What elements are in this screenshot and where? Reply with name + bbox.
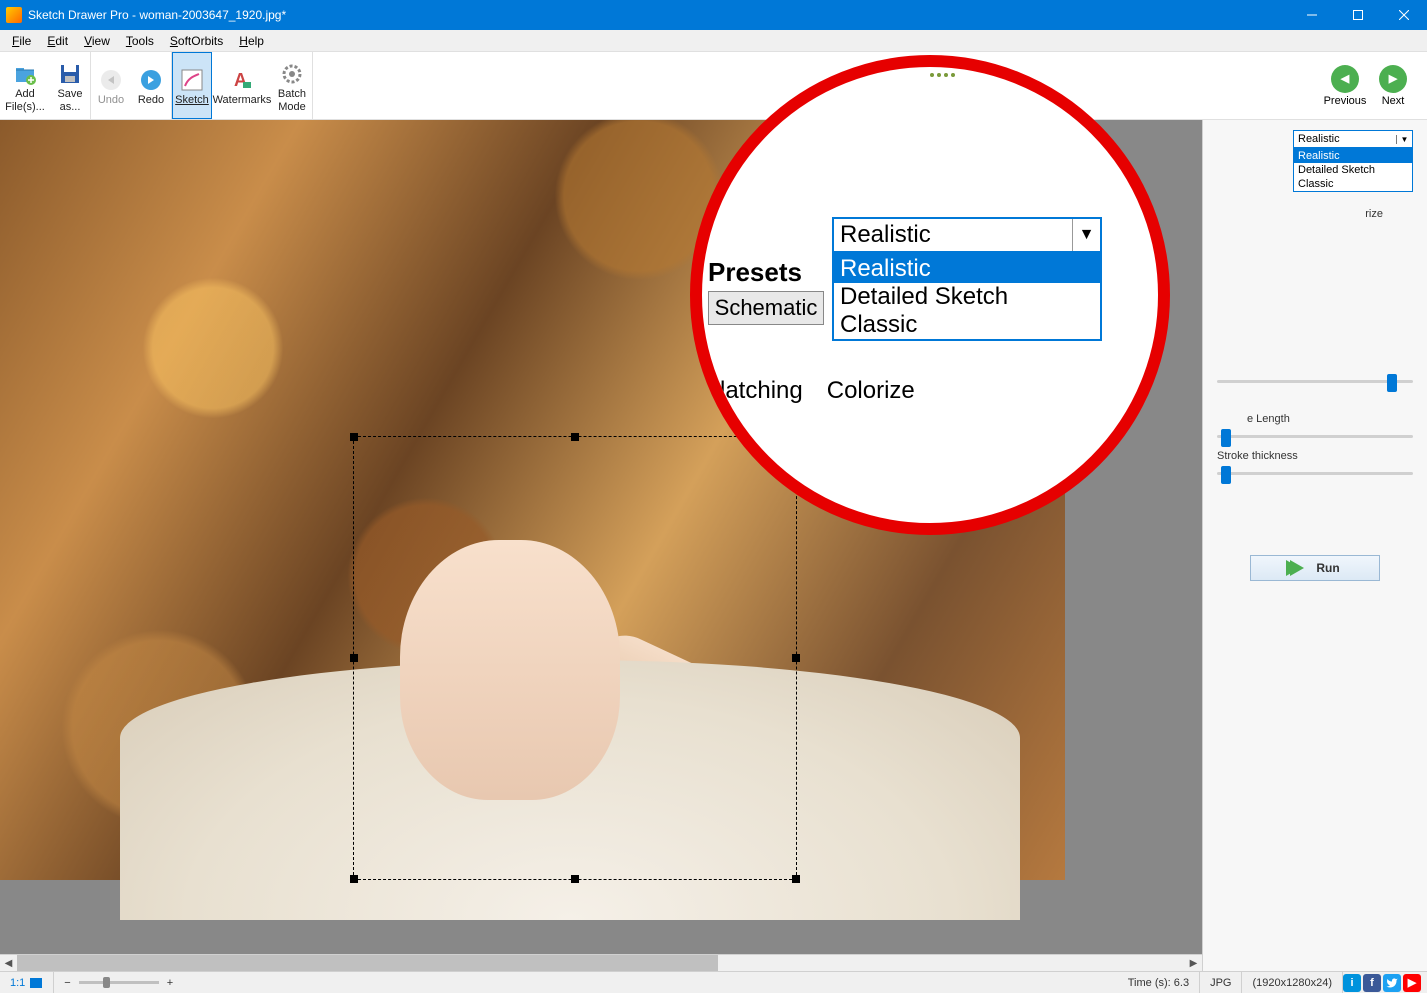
mag-presets-label: Presets xyxy=(708,257,802,288)
statusbar: 1:1 − + Time (s): 6.3 JPG (1920x1280x24)… xyxy=(0,971,1427,993)
colorize-label-partial: rize xyxy=(1217,208,1413,220)
watermarks-button[interactable]: A Watermarks xyxy=(212,52,272,119)
stroke-length-label-partial: e Length xyxy=(1217,413,1413,425)
next-button[interactable]: ▶ Next xyxy=(1369,65,1417,107)
selection-handle-se[interactable] xyxy=(792,875,800,883)
sketch-button[interactable]: Sketch xyxy=(172,52,212,119)
mag-option-realistic[interactable]: Realistic xyxy=(834,255,1100,283)
add-files-label: AddFile(s)... xyxy=(5,88,45,112)
menu-tools[interactable]: Tools xyxy=(118,32,162,50)
mag-tab-hatching-partial[interactable]: latching xyxy=(720,377,803,405)
watermarks-icon: A xyxy=(230,68,254,92)
mag-tab-colorize[interactable]: Colorize xyxy=(827,377,915,405)
sketch-label: Sketch xyxy=(175,94,209,106)
zoom-out-icon[interactable]: − xyxy=(64,977,70,989)
mag-style-selected: Realistic xyxy=(834,219,1072,251)
minimize-button[interactable] xyxy=(1289,0,1335,30)
next-label: Next xyxy=(1382,95,1405,107)
run-button[interactable]: Run xyxy=(1250,555,1380,581)
facebook-icon[interactable]: f xyxy=(1363,974,1381,992)
mag-schematic-button[interactable]: Schematic xyxy=(708,291,824,325)
youtube-icon[interactable]: ▶ xyxy=(1403,974,1421,992)
style-option-detailed[interactable]: Detailed Sketch xyxy=(1294,163,1412,177)
play-icon xyxy=(1290,560,1304,576)
mag-option-classic[interactable]: Classic xyxy=(834,311,1100,339)
selection-handle-sw[interactable] xyxy=(350,875,358,883)
titlebar: Sketch Drawer Pro - woman-2003647_1920.j… xyxy=(0,0,1427,30)
zoom-slider[interactable]: − + xyxy=(54,972,183,993)
magnifier-annotation: Realistic ▼ Realistic Detailed Sketch Cl… xyxy=(690,55,1170,535)
app-icon xyxy=(6,7,22,23)
previous-button[interactable]: ◀ Previous xyxy=(1321,65,1369,107)
folder-plus-icon xyxy=(13,62,37,86)
social-links: i f ▶ xyxy=(1343,974,1427,992)
zoom-in-icon[interactable]: + xyxy=(167,977,173,989)
undo-label: Undo xyxy=(98,94,124,106)
scroll-left-icon[interactable]: ◀ xyxy=(0,955,17,971)
selection-handle-s[interactable] xyxy=(571,875,579,883)
undo-button[interactable]: Undo xyxy=(91,52,131,119)
window-title: Sketch Drawer Pro - woman-2003647_1920.j… xyxy=(28,8,286,22)
scroll-thumb[interactable] xyxy=(17,955,718,971)
arrow-left-icon: ◀ xyxy=(1331,65,1359,93)
style-dropdown-list: Realistic Detailed Sketch Classic xyxy=(1293,148,1413,192)
style-option-realistic[interactable]: Realistic xyxy=(1294,149,1412,163)
scroll-right-icon[interactable]: ▶ xyxy=(1185,955,1202,971)
selection-handle-nw[interactable] xyxy=(350,433,358,441)
close-button[interactable] xyxy=(1381,0,1427,30)
batch-mode-button[interactable]: BatchMode xyxy=(272,52,312,119)
fit-screen-icon xyxy=(29,977,43,989)
toolbar: AddFile(s)... Saveas... Undo Redo Sketch… xyxy=(0,52,1427,120)
arrow-right-icon: ▶ xyxy=(1379,65,1407,93)
status-dimensions: (1920x1280x24) xyxy=(1242,972,1343,993)
mag-style-list: Realistic Detailed Sketch Classic xyxy=(832,253,1102,341)
maximize-button[interactable] xyxy=(1335,0,1381,30)
batch-mode-label: BatchMode xyxy=(278,88,306,112)
horizontal-scrollbar[interactable]: ◀ ▶ xyxy=(0,954,1202,971)
stroke-thickness-slider[interactable] xyxy=(1217,472,1413,475)
selection-handle-e[interactable] xyxy=(792,654,800,662)
selection-box[interactable] xyxy=(353,436,797,880)
style-selected: Realistic xyxy=(1294,133,1396,145)
redo-label: Redo xyxy=(138,94,164,106)
menubar: File Edit View Tools SoftOrbits Help xyxy=(0,30,1427,52)
menu-softorbits[interactable]: SoftOrbits xyxy=(162,32,231,50)
info-icon[interactable]: i xyxy=(1343,974,1361,992)
save-icon xyxy=(58,62,82,86)
twitter-icon[interactable] xyxy=(1383,974,1401,992)
menu-file[interactable]: File xyxy=(4,32,39,50)
gear-icon xyxy=(280,62,304,86)
menu-edit[interactable]: Edit xyxy=(39,32,76,50)
slider-1[interactable] xyxy=(1217,380,1413,383)
previous-label: Previous xyxy=(1324,95,1367,107)
save-as-label: Saveas... xyxy=(57,88,82,112)
stroke-thickness-label: Stroke thickness xyxy=(1217,450,1413,462)
status-format: JPG xyxy=(1200,972,1242,993)
menu-view[interactable]: View xyxy=(76,32,118,50)
add-files-button[interactable]: AddFile(s)... xyxy=(0,52,50,119)
chevron-down-icon: ▼ xyxy=(1072,219,1100,251)
chevron-down-icon: ▼ xyxy=(1396,135,1412,144)
mag-style-dropdown[interactable]: Realistic ▼ xyxy=(832,217,1102,253)
redo-icon xyxy=(139,68,163,92)
stroke-length-slider[interactable] xyxy=(1217,435,1413,438)
mag-option-detailed[interactable]: Detailed Sketch xyxy=(834,283,1100,311)
run-label: Run xyxy=(1316,561,1339,575)
watermarks-label: Watermarks xyxy=(213,94,272,106)
undo-icon xyxy=(99,68,123,92)
zoom-ratio[interactable]: 1:1 xyxy=(0,972,54,993)
menu-help[interactable]: Help xyxy=(231,32,272,50)
selection-handle-n[interactable] xyxy=(571,433,579,441)
selection-handle-w[interactable] xyxy=(350,654,358,662)
save-as-button[interactable]: Saveas... xyxy=(50,52,90,119)
style-option-classic[interactable]: Classic xyxy=(1294,177,1412,191)
sketch-icon xyxy=(180,68,204,92)
style-dropdown[interactable]: Realistic ▼ Realistic Detailed Sketch Cl… xyxy=(1293,130,1413,148)
status-time: Time (s): 6.3 xyxy=(1118,972,1200,993)
side-panel: Realistic ▼ Realistic Detailed Sketch Cl… xyxy=(1202,120,1427,971)
redo-button[interactable]: Redo xyxy=(131,52,171,119)
